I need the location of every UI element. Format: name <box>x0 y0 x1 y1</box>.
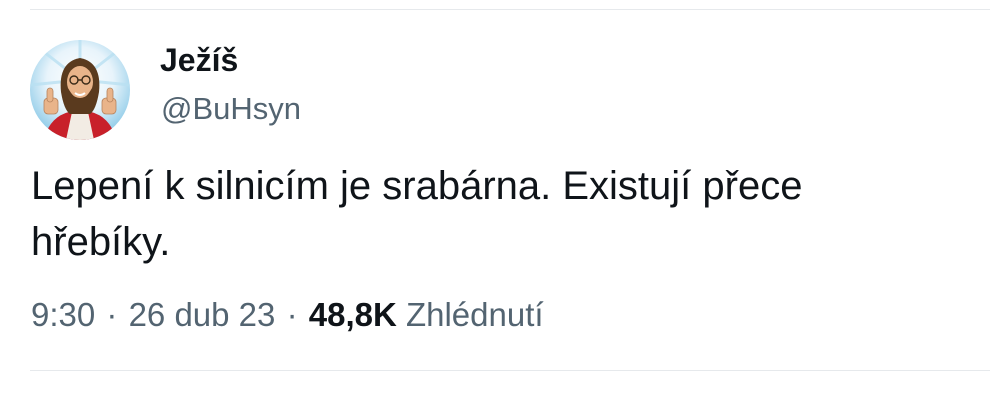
profile-avatar-icon <box>30 40 130 140</box>
tweet-time: 9:30 <box>31 296 96 333</box>
top-divider <box>30 9 990 10</box>
tweet-text: Lepení k silnicím je srabárna. Existují … <box>31 158 981 270</box>
meta-separator: · <box>106 296 118 333</box>
views-count: 48,8K <box>308 296 397 333</box>
tweet-meta: 9:30 · 26 dub 23 · 48,8K Zhlédnutí <box>31 293 544 337</box>
tweet-text-line-1: Lepení k silnicím je srabárna. Existují … <box>31 164 803 208</box>
avatar[interactable] <box>30 40 130 140</box>
tweet-text-line-2: hřebíky. <box>31 220 171 264</box>
tweet-date: 26 dub 23 <box>128 296 276 333</box>
tweet-time-link[interactable]: 9:30 · 26 dub 23 <box>31 296 275 333</box>
views-label: Zhlédnutí <box>405 296 544 333</box>
meta-separator: · <box>286 296 298 333</box>
author-display-name[interactable]: Ježíš <box>160 40 238 80</box>
bottom-divider <box>30 370 990 371</box>
author-handle[interactable]: @BuHsyn <box>161 89 301 129</box>
